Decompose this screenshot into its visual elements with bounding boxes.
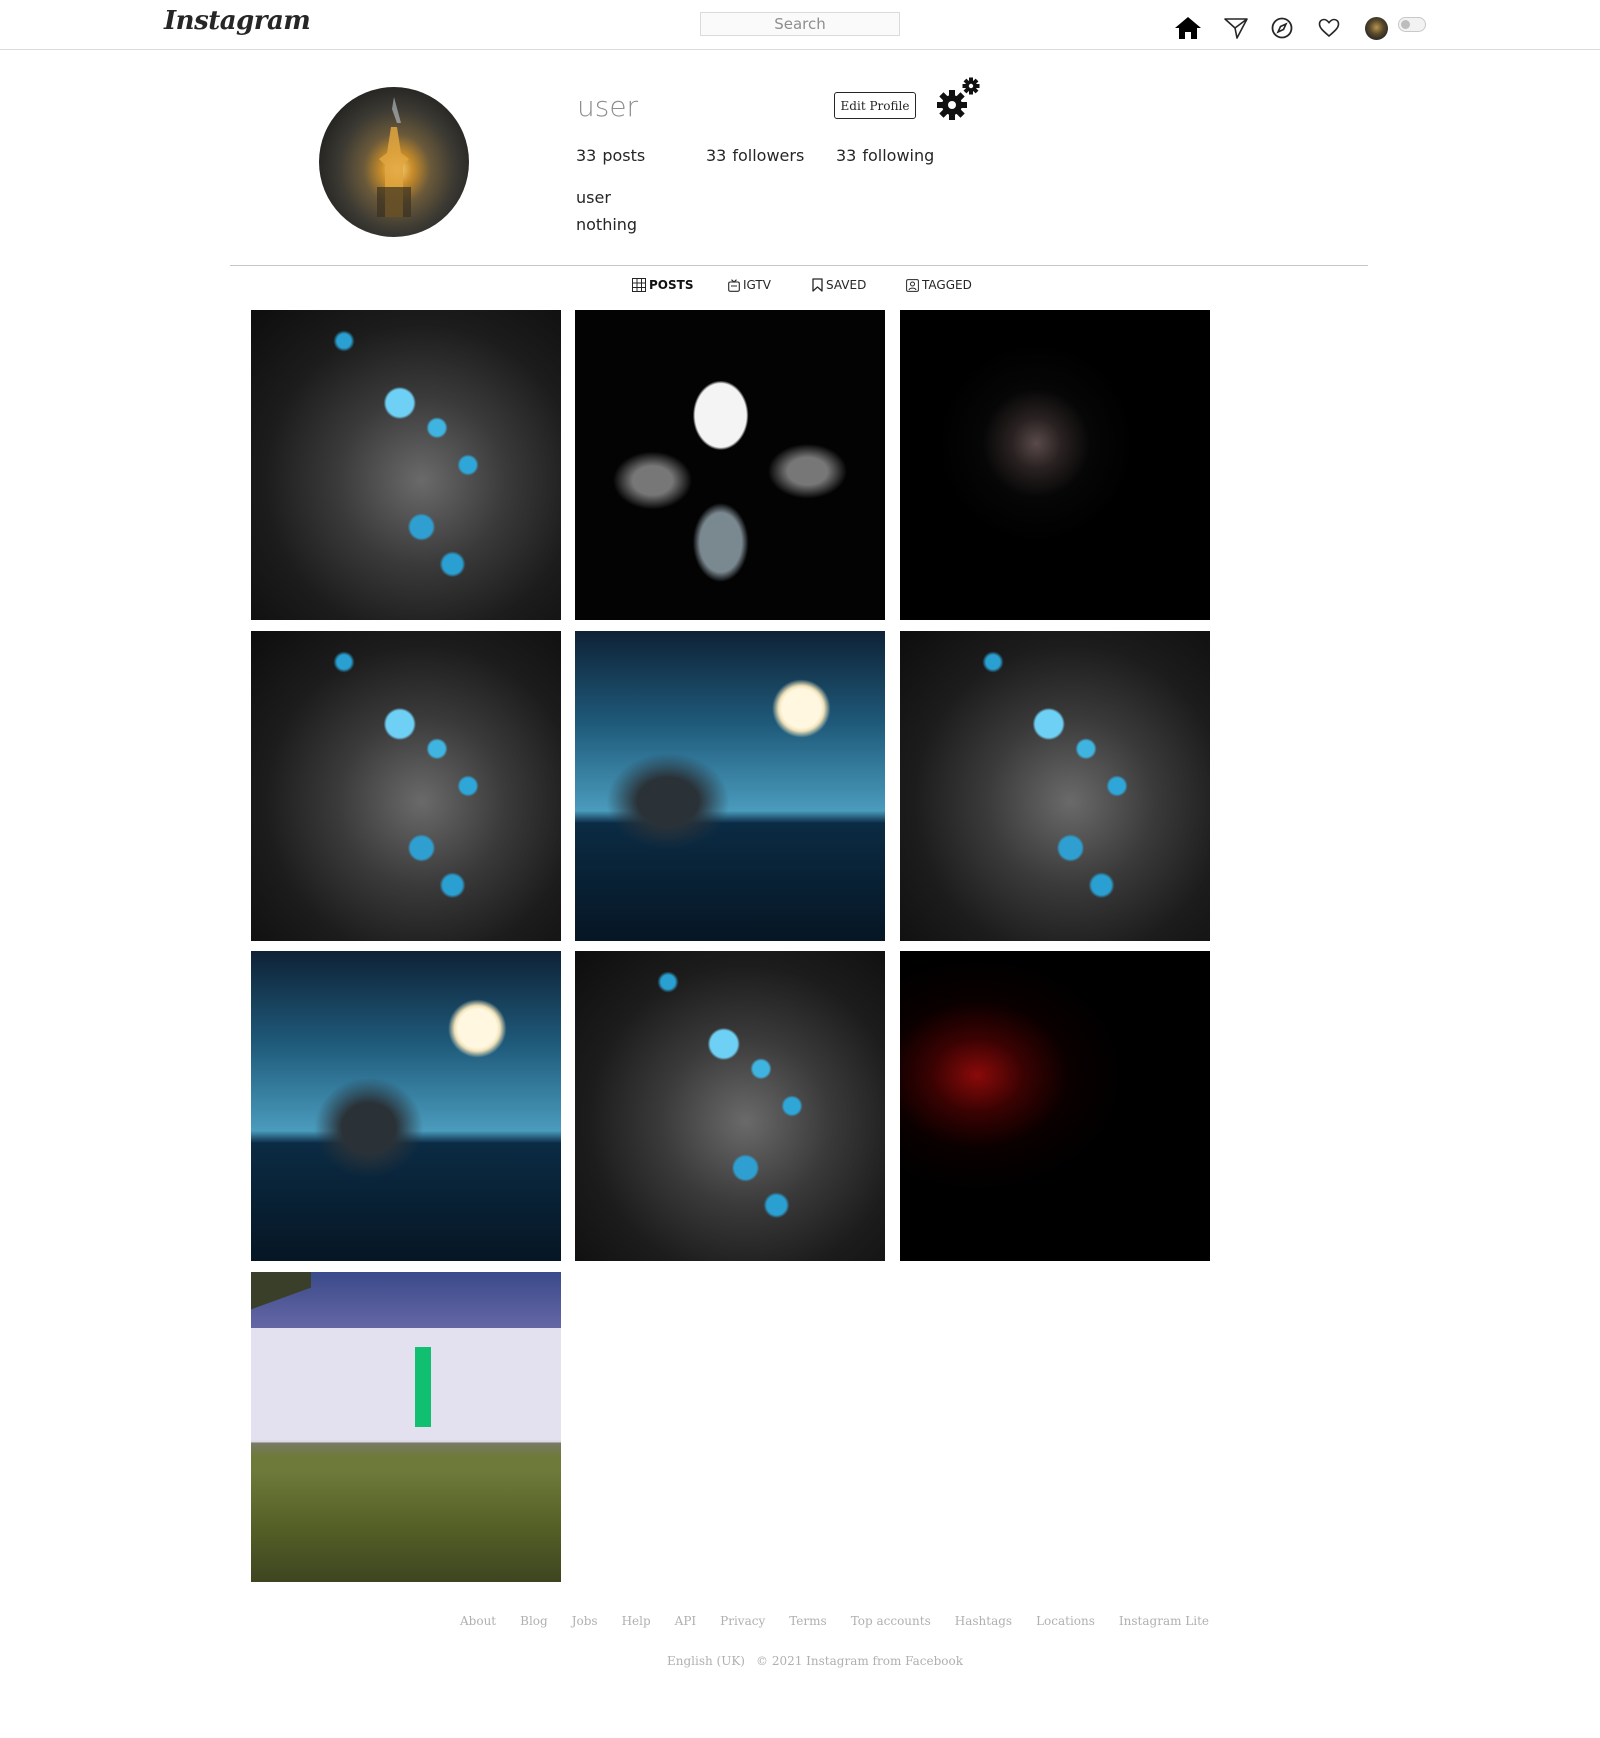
post-thumbnail-leaf-drops[interactable] [251, 310, 561, 620]
followers-count-stat[interactable]: 33 followers [706, 146, 804, 165]
footer-link-locations[interactable]: Locations [1036, 1614, 1095, 1628]
footer-link-hashtags[interactable]: Hashtags [955, 1614, 1012, 1628]
following-count-stat[interactable]: 33 following [836, 146, 934, 165]
tab-tagged-label: TAGGED [922, 278, 972, 292]
profile-avatar-small[interactable] [1365, 17, 1388, 40]
tab-igtv[interactable]: IGTV [728, 276, 771, 294]
copyright-text: © 2021 Instagram from Facebook [756, 1654, 964, 1668]
post-thumbnail-red-figure[interactable] [900, 951, 1210, 1261]
footer-link-blog[interactable]: Blog [520, 1614, 548, 1628]
tv-icon [728, 278, 740, 292]
footer-links: About Blog Jobs Help API Privacy Terms T… [460, 1614, 1233, 1628]
avatar-image [377, 97, 411, 217]
following-count: 33 [836, 146, 857, 165]
footer-link-jobs[interactable]: Jobs [572, 1614, 598, 1628]
profile-bio: nothing [576, 215, 638, 234]
bookmark-icon [812, 278, 823, 292]
top-navigation-bar: Instagram [0, 0, 1600, 50]
instagram-logo[interactable]: Instagram [164, 6, 311, 36]
tab-posts-label: POSTS [649, 278, 694, 292]
send-icon[interactable] [1221, 14, 1251, 42]
post-thumbnail-leaf-drops[interactable] [900, 631, 1210, 941]
tab-posts[interactable]: POSTS [632, 276, 693, 294]
posts-count: 33 [576, 146, 597, 165]
heart-icon[interactable] [1314, 14, 1344, 42]
post-thumbnail-campus-people[interactable] [251, 1272, 561, 1582]
following-label: following [862, 146, 935, 165]
post-thumbnail-dice[interactable] [575, 310, 885, 620]
profile-avatar [319, 87, 469, 237]
followers-count: 33 [706, 146, 727, 165]
settings-gear-icon[interactable] [934, 77, 982, 123]
search-input[interactable] [700, 12, 900, 36]
tab-saved[interactable]: SAVED [812, 276, 866, 294]
post-thumbnail-leaf-drops[interactable] [575, 951, 885, 1261]
theme-toggle[interactable] [1398, 17, 1426, 32]
post-thumbnail-leaf-drops[interactable] [251, 631, 561, 941]
posts-label: posts [602, 146, 646, 165]
edit-profile-button[interactable]: Edit Profile [834, 92, 916, 119]
campus-sign-shape [415, 1347, 431, 1427]
tab-igtv-label: IGTV [743, 278, 771, 292]
profile-full-name: user [576, 188, 611, 207]
tab-saved-label: SAVED [826, 278, 867, 292]
footer-link-top-accounts[interactable]: Top accounts [851, 1614, 931, 1628]
post-thumbnail-ship-moon[interactable] [251, 951, 561, 1261]
explore-icon[interactable] [1267, 14, 1297, 42]
footer-link-api[interactable]: API [675, 1614, 696, 1628]
profile-divider [230, 265, 1368, 266]
campus-roof-shape [251, 1272, 311, 1312]
footer-link-help[interactable]: Help [622, 1614, 651, 1628]
post-thumbnail-ship-moon[interactable] [575, 631, 885, 941]
footer-link-about[interactable]: About [460, 1614, 496, 1628]
home-icon[interactable] [1173, 14, 1203, 42]
profile-username: user [577, 90, 639, 123]
footer-link-instagram-lite[interactable]: Instagram Lite [1119, 1614, 1209, 1628]
posts-count-stat: 33 posts [576, 146, 645, 165]
language-selector[interactable]: English (UK) [667, 1654, 745, 1668]
post-thumbnail-dark-emblem[interactable] [900, 310, 1210, 620]
tab-tagged[interactable]: TAGGED [906, 276, 972, 294]
tag-icon [906, 278, 919, 292]
footer-link-terms[interactable]: Terms [789, 1614, 826, 1628]
followers-label: followers [732, 146, 805, 165]
footer-link-privacy[interactable]: Privacy [720, 1614, 765, 1628]
grid-icon [632, 278, 646, 292]
